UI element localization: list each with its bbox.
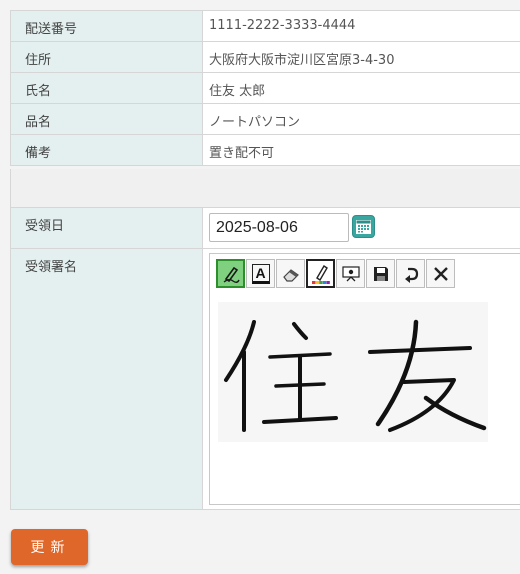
section-divider	[10, 169, 520, 207]
close-icon	[433, 266, 448, 281]
calendar-icon	[356, 220, 371, 234]
table-row: 住所 大阪府大阪市淀川区宮原3-4-30	[10, 41, 520, 73]
undo-tool-button[interactable]	[396, 259, 425, 288]
signature-toolbar: A	[216, 259, 455, 288]
delivery-number-label: 配送番号	[10, 10, 203, 42]
table-row: 備考 置き配不可	[10, 134, 520, 166]
delivery-number-value: 1111-2222-3333-4444	[202, 10, 520, 42]
delivery-info-table: 配送番号 1111-2222-3333-4444 住所 大阪府大阪市淀川区宮原3…	[10, 10, 520, 166]
item-name-label: 品名	[10, 103, 203, 135]
signature-drawing	[218, 302, 488, 442]
eraser-tool-button[interactable]	[276, 259, 305, 288]
item-name-value: ノートパソコン	[202, 103, 520, 135]
delivery-info-panel: 配送番号 1111-2222-3333-4444 住所 大阪府大阪市淀川区宮原3…	[10, 10, 520, 166]
receipt-date-input[interactable]	[209, 213, 349, 242]
color-palette	[311, 280, 330, 284]
receipt-date-label: 受領日	[10, 207, 203, 249]
clear-tool-button[interactable]	[426, 259, 455, 288]
undo-icon	[404, 267, 418, 283]
remarks-value: 置き配不可	[202, 134, 520, 166]
update-button[interactable]: 更新	[11, 529, 88, 565]
address-value: 大阪府大阪市淀川区宮原3-4-30	[202, 41, 520, 73]
color-pen-icon	[311, 264, 330, 284]
color-pen-tool-button[interactable]	[306, 259, 335, 288]
eraser-icon	[282, 268, 299, 282]
presentation-tool-button[interactable]	[336, 259, 365, 288]
pen-icon	[223, 266, 240, 283]
table-row: 配送番号 1111-2222-3333-4444	[10, 10, 520, 42]
presentation-icon	[341, 265, 360, 281]
pen-tool-button[interactable]	[216, 259, 245, 288]
address-label: 住所	[10, 41, 203, 73]
text-tool-button[interactable]: A	[246, 259, 275, 288]
save-icon	[373, 266, 388, 281]
name-label: 氏名	[10, 72, 203, 104]
calendar-button[interactable]	[352, 215, 375, 238]
table-row: 品名 ノートパソコン	[10, 103, 520, 135]
receipt-signature-label: 受領署名	[10, 248, 203, 510]
table-row: 氏名 住友 太郎	[10, 72, 520, 104]
name-value: 住友 太郎	[202, 72, 520, 104]
save-tool-button[interactable]	[366, 259, 395, 288]
remarks-label: 備考	[10, 134, 203, 166]
text-icon: A	[251, 263, 270, 284]
